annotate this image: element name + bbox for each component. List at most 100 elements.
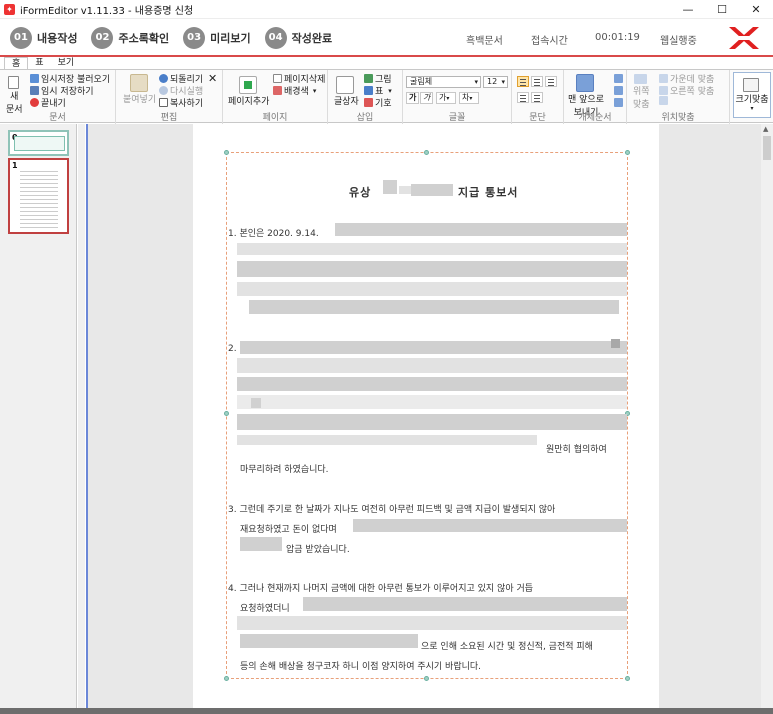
- thumbnail-page-1[interactable]: 1: [8, 158, 69, 234]
- thumbnail-page-0[interactable]: 0: [8, 130, 69, 156]
- align-bottom-icon: [659, 96, 668, 105]
- redacted-block: [237, 414, 627, 430]
- step-write[interactable]: 01 내용작성: [10, 26, 78, 49]
- chevron-down-icon: ▾: [446, 95, 450, 102]
- maximize-button[interactable]: ☐: [705, 0, 739, 19]
- background-color-label: 배경색: [284, 87, 309, 97]
- tab-table[interactable]: 표: [28, 57, 50, 69]
- step-label: 내용작성: [37, 31, 78, 45]
- align-middle-icon: [659, 74, 668, 83]
- align-right-button[interactable]: [545, 76, 557, 87]
- ribbon-group-insert: 글상자 그림 표 ▾ 기호 삽입: [328, 70, 403, 124]
- doc-title-left: 유상: [349, 186, 372, 199]
- ribbon-group-title: 위치맞춤: [661, 113, 695, 123]
- redacted-block: [237, 435, 537, 445]
- chevron-down-icon: ▾: [750, 105, 754, 112]
- redacted-block: [237, 377, 627, 391]
- cut-icon[interactable]: ✕: [208, 72, 217, 85]
- add-page-button[interactable]: 페이지추가: [228, 76, 269, 107]
- ribbon: 새 문서 임시저장 불러오기 임시 저장하기 끝내기 문서 붙여넣기 되돌리기 …: [0, 69, 773, 124]
- bring-front-icon: [575, 74, 594, 92]
- textbox-label: 글상자: [334, 97, 359, 107]
- outdent-button[interactable]: [531, 92, 543, 103]
- fit-size-label: 크기맞춤: [735, 95, 769, 105]
- redacted-block: [411, 184, 453, 196]
- minimize-button[interactable]: —: [671, 0, 705, 19]
- vertical-scrollbar[interactable]: ▲: [761, 124, 773, 708]
- redacted-block: [237, 395, 627, 409]
- thumbnail-preview: [14, 136, 65, 151]
- ribbon-group-font: 굴림체 ▾ 12 ▾ 가 가 가▾ 차▾ 글꼴: [403, 70, 512, 124]
- page-thumbnail-panel: 0 1: [0, 124, 77, 714]
- chevron-down-icon: ▾: [312, 86, 317, 95]
- redo-icon: [159, 86, 168, 95]
- exit-label: 끝내기: [41, 99, 66, 109]
- align-top-label: 위쪽: [633, 87, 650, 97]
- step-label: 작성완료: [291, 31, 333, 45]
- doc-paragraph-2-end: 마무리하려 하였습니다.: [240, 465, 329, 475]
- redacted-block: [240, 341, 627, 354]
- bring-forward-icon[interactable]: [614, 74, 623, 83]
- align-right-icon: [659, 86, 668, 95]
- scrollbar-thumb[interactable]: [763, 136, 771, 160]
- align-top-button[interactable]: 위쪽 맞춤: [633, 74, 650, 110]
- ribbon-group-position: 위쪽 맞춤 가운데 맞춤 오른쪽 맞춤 위치맞춤: [627, 70, 730, 124]
- brand-logo-icon: [729, 27, 759, 49]
- document-page[interactable]: 유상 지급 통보서 1. 본인은 2020. 9.14. 2. 원만히 협의하여…: [193, 124, 659, 708]
- app-logo-icon: ✦: [4, 3, 15, 15]
- doc-paragraph-4-line2: 요청하였더니: [240, 604, 290, 614]
- step-preview[interactable]: 03 미리보기: [183, 26, 251, 49]
- save-icon: [30, 86, 39, 95]
- send-back-icon[interactable]: [614, 98, 623, 107]
- exit-button[interactable]: 끝내기: [30, 96, 66, 109]
- step-number: 02: [91, 26, 114, 49]
- redacted-block: [240, 634, 418, 648]
- font-face-value: 굴림체: [410, 77, 433, 86]
- title-bar: ✦ iFormEditor v1.11.33 - 내용증명 신청 — ☐ ✕: [0, 0, 773, 19]
- align-left-button[interactable]: [517, 76, 529, 87]
- doc-paragraph-4-line3: 으로 인해 소요된 시간 및 정신적, 금전적 피해: [421, 642, 593, 652]
- align-top-label: 맞춤: [633, 100, 650, 110]
- doc-paragraph-1: 1. 본인은 2020. 9.14.: [228, 229, 319, 239]
- paste-button[interactable]: 붙여넣기: [123, 74, 156, 105]
- panel-splitter[interactable]: [78, 124, 85, 714]
- font-size-select[interactable]: 12 ▾: [483, 76, 508, 88]
- redacted-block: [237, 616, 627, 630]
- scroll-up-icon[interactable]: ▲: [763, 125, 768, 133]
- redacted-block: [303, 597, 627, 611]
- redacted-block: [399, 186, 411, 194]
- step-address[interactable]: 02 주소록확인: [91, 26, 169, 49]
- close-button[interactable]: ✕: [739, 0, 773, 19]
- chevron-down-icon: ▾: [388, 86, 392, 95]
- tab-view[interactable]: 보기: [51, 57, 82, 69]
- fit-size-button[interactable]: 크기맞춤 ▾: [733, 72, 771, 118]
- window-controls: — ☐ ✕: [671, 0, 773, 19]
- mono-mode-label: 흑백문서: [466, 36, 503, 47]
- align-center-button[interactable]: [531, 76, 543, 87]
- italic-button[interactable]: 가: [420, 92, 434, 104]
- ribbon-group-object-order: 맨 앞으로 보내기 개체순서: [564, 70, 627, 124]
- tab-home[interactable]: 홈: [4, 57, 29, 69]
- indent-button[interactable]: [517, 92, 529, 103]
- symbol-button[interactable]: 기호: [364, 96, 392, 109]
- background-color-button[interactable]: 배경색 ▾: [273, 84, 316, 97]
- delete-page-icon: [273, 74, 282, 83]
- highlight-button[interactable]: 차▾: [459, 92, 479, 104]
- bold-button[interactable]: 가: [406, 92, 420, 104]
- bring-front-label: 맨 앞으로: [568, 95, 604, 105]
- thumbnail-preview: [20, 168, 58, 230]
- redacted-block: [237, 358, 627, 373]
- ribbon-group-title: 글꼴: [448, 113, 466, 123]
- ribbon-group-title: 편집: [160, 113, 178, 123]
- font-color-button[interactable]: 가▾: [436, 92, 456, 104]
- copy-button[interactable]: 복사하기: [159, 96, 203, 109]
- step-number: 01: [10, 26, 32, 49]
- align-bottom-button[interactable]: [659, 96, 670, 105]
- textbox-button[interactable]: 글상자: [334, 76, 359, 107]
- ribbon-group-title: 문서: [49, 113, 66, 123]
- step-complete[interactable]: 04 작성완료: [264, 26, 333, 49]
- font-face-select[interactable]: 굴림체 ▾: [406, 76, 481, 88]
- send-backward-icon[interactable]: [614, 86, 623, 95]
- ribbon-group-document: 새 문서 임시저장 불러오기 임시 저장하기 끝내기 문서: [0, 70, 116, 124]
- session-time-value: 00:01:19: [595, 32, 640, 43]
